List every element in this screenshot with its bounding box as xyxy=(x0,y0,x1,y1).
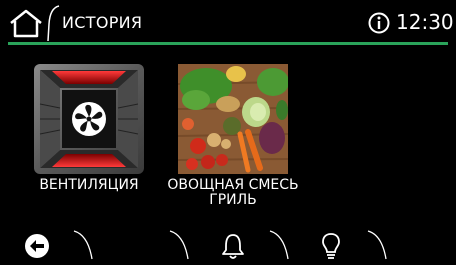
bottom-bar xyxy=(0,229,456,261)
back-icon[interactable] xyxy=(24,233,50,259)
fan-mode-icon xyxy=(34,64,144,174)
history-item-label: ВЕНТИЛЯЦИЯ xyxy=(39,177,139,193)
info-icon[interactable] xyxy=(368,12,390,34)
home-button[interactable] xyxy=(8,8,44,38)
history-item-ventilation[interactable] xyxy=(34,64,144,174)
page-title: ИСТОРИЯ xyxy=(62,13,143,32)
home-icon xyxy=(10,9,42,38)
history-item-vegetable-grill[interactable] xyxy=(178,64,288,174)
bell-icon[interactable] xyxy=(220,232,246,260)
history-item-label: ОВОЩНАЯ СМЕСЬ ГРИЛЬ xyxy=(167,177,299,208)
vegetables-photo xyxy=(178,64,288,174)
clock: 12:30 xyxy=(396,10,454,34)
top-bar: ИСТОРИЯ 12:30 xyxy=(0,0,456,42)
breadcrumb-separator xyxy=(47,5,60,42)
header-accent-line xyxy=(8,42,448,45)
lightbulb-icon[interactable] xyxy=(320,232,342,260)
